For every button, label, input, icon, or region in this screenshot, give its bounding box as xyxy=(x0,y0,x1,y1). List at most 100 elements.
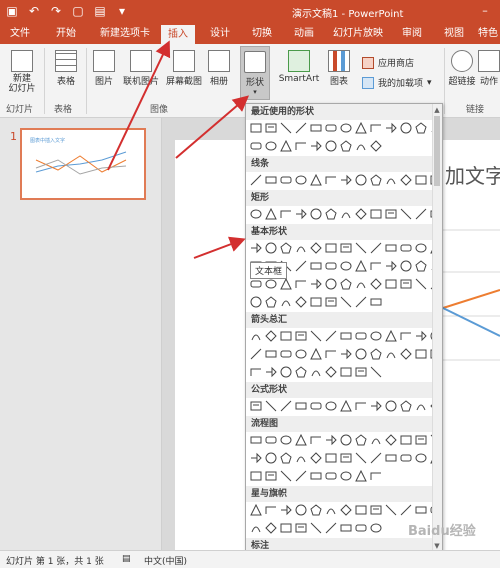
shape-item-icon[interactable] xyxy=(370,260,382,275)
shape-item-icon[interactable] xyxy=(250,452,262,467)
shape-item-icon[interactable] xyxy=(340,348,352,363)
shape-item-icon[interactable] xyxy=(250,122,262,137)
shape-item-icon[interactable] xyxy=(295,174,307,189)
shape-item-icon[interactable] xyxy=(400,347,412,363)
shape-item-icon[interactable] xyxy=(340,296,352,311)
shape-item-icon[interactable] xyxy=(295,242,307,257)
scroll-thumb[interactable] xyxy=(434,116,440,186)
shape-item-icon[interactable] xyxy=(400,242,412,257)
shape-item-icon[interactable] xyxy=(400,452,412,467)
shape-item-icon[interactable] xyxy=(310,140,322,155)
shape-item-icon[interactable] xyxy=(355,278,367,293)
shape-item-icon[interactable] xyxy=(295,470,307,485)
tab-animations[interactable]: 动画 xyxy=(290,24,318,44)
shape-item-icon[interactable] xyxy=(370,208,382,223)
shape-item-icon[interactable] xyxy=(325,504,337,519)
table-button[interactable]: 表格 xyxy=(52,50,80,87)
shape-item-icon[interactable] xyxy=(415,278,427,293)
shape-item-icon[interactable] xyxy=(295,208,307,223)
shape-item-icon[interactable] xyxy=(295,365,307,381)
shape-item-icon[interactable] xyxy=(280,241,292,257)
shape-item-icon[interactable] xyxy=(280,208,292,223)
tab-new-tab[interactable]: 新建选项卡 xyxy=(96,24,154,44)
shape-item-icon[interactable] xyxy=(295,330,307,345)
shape-item-icon[interactable] xyxy=(250,242,262,257)
tab-slideshow[interactable]: 幻灯片放映 xyxy=(330,24,386,44)
shape-item-icon[interactable] xyxy=(250,348,262,363)
shape-item-icon[interactable] xyxy=(385,433,397,449)
shape-item-icon[interactable] xyxy=(280,366,292,381)
shape-item-icon[interactable] xyxy=(340,470,352,485)
shape-item-icon[interactable] xyxy=(340,330,352,345)
tab-design[interactable]: 设计 xyxy=(206,24,234,44)
shape-item-icon[interactable] xyxy=(355,242,367,257)
shape-item-icon[interactable] xyxy=(355,121,367,137)
shape-item-icon[interactable] xyxy=(280,277,292,293)
shape-item-icon[interactable] xyxy=(295,504,307,519)
shape-item-icon[interactable] xyxy=(385,348,397,363)
slide-thumbnail[interactable]: 图表中插入文字 xyxy=(20,128,146,200)
shape-item-icon[interactable] xyxy=(385,504,397,519)
shape-item-icon[interactable] xyxy=(280,296,292,311)
shape-item-icon[interactable] xyxy=(385,122,397,137)
shape-item-icon[interactable] xyxy=(370,173,382,189)
notes-icon[interactable]: ▤ xyxy=(122,554,131,564)
album-button[interactable]: 相册 xyxy=(206,50,232,87)
shape-item-icon[interactable] xyxy=(340,139,352,155)
shape-item-icon[interactable] xyxy=(370,122,382,137)
shape-item-icon[interactable] xyxy=(325,242,337,257)
shape-item-icon[interactable] xyxy=(250,366,262,381)
shape-item-icon[interactable] xyxy=(310,400,322,415)
shape-item-icon[interactable] xyxy=(415,259,427,275)
shape-item-icon[interactable] xyxy=(355,140,367,155)
shape-item-icon[interactable] xyxy=(355,259,367,275)
shape-item-icon[interactable] xyxy=(325,296,337,311)
scroll-up-icon[interactable]: ▲ xyxy=(433,106,441,114)
shape-item-icon[interactable] xyxy=(325,140,337,155)
shape-item-icon[interactable] xyxy=(310,522,322,537)
my-addins-button[interactable]: 我的加载项 ▾ xyxy=(362,76,432,89)
shape-item-icon[interactable] xyxy=(280,174,292,189)
shape-item-icon[interactable] xyxy=(415,434,427,449)
shape-item-icon[interactable] xyxy=(325,470,337,485)
shape-item-icon[interactable] xyxy=(370,347,382,363)
shape-item-icon[interactable] xyxy=(325,365,337,381)
shape-item-icon[interactable] xyxy=(265,400,277,415)
shape-item-icon[interactable] xyxy=(325,260,337,275)
action-button[interactable]: 动作 xyxy=(478,50,500,87)
shape-item-icon[interactable] xyxy=(415,504,427,519)
shape-item-icon[interactable] xyxy=(415,174,427,189)
shape-item-icon[interactable] xyxy=(370,400,382,415)
shape-item-icon[interactable] xyxy=(415,452,427,467)
shape-item-icon[interactable] xyxy=(385,452,397,467)
tab-view[interactable]: 视图 xyxy=(440,24,468,44)
shape-item-icon[interactable] xyxy=(355,400,367,415)
shape-item-icon[interactable] xyxy=(385,208,397,223)
shape-item-icon[interactable] xyxy=(280,139,292,155)
online-picture-button[interactable]: 联机图片 xyxy=(120,50,162,87)
shape-item-icon[interactable] xyxy=(295,400,307,415)
tab-featured[interactable]: 特色 xyxy=(476,24,500,44)
shape-item-icon[interactable] xyxy=(310,347,322,363)
shape-item-icon[interactable] xyxy=(280,348,292,363)
shape-item-icon[interactable] xyxy=(415,348,427,363)
shape-item-icon[interactable] xyxy=(265,140,277,155)
shape-item-icon[interactable] xyxy=(370,366,382,381)
shape-item-icon[interactable] xyxy=(355,433,367,449)
shape-item-icon[interactable] xyxy=(355,207,367,223)
shape-item-icon[interactable] xyxy=(340,260,352,275)
shape-item-icon[interactable] xyxy=(385,400,397,415)
shape-item-icon[interactable] xyxy=(325,434,337,449)
shape-item-icon[interactable] xyxy=(400,173,412,189)
screenshot-button[interactable]: 屏幕截图 xyxy=(164,50,204,87)
shape-item-icon[interactable] xyxy=(295,295,307,311)
shape-item-icon[interactable] xyxy=(340,522,352,537)
shape-item-icon[interactable] xyxy=(355,348,367,363)
shape-item-icon[interactable] xyxy=(370,434,382,449)
shape-item-icon[interactable] xyxy=(370,504,382,519)
shape-item-icon[interactable] xyxy=(280,434,292,449)
shape-item-icon[interactable] xyxy=(295,452,307,467)
shape-item-icon[interactable] xyxy=(400,434,412,449)
undo-icon[interactable]: ↶ xyxy=(26,3,42,19)
new-doc-icon[interactable]: ▢ xyxy=(70,3,86,19)
